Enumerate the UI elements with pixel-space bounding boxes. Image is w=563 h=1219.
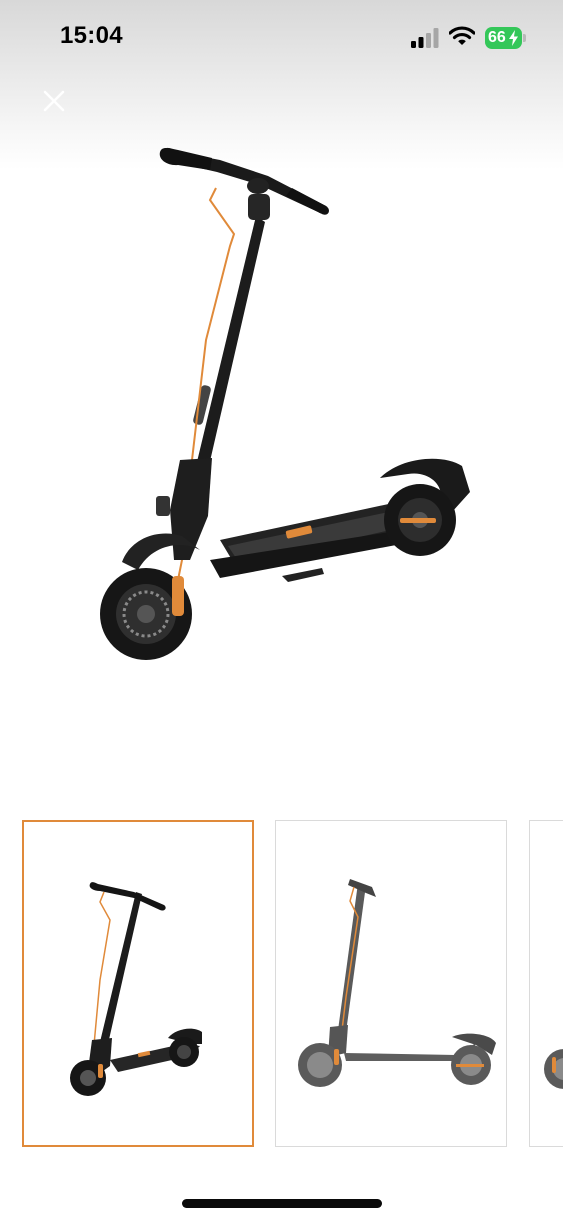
- cellular-signal-icon: [411, 28, 439, 48]
- status-bar: 15:04 66: [0, 0, 563, 76]
- thumbnail-1[interactable]: [22, 820, 254, 1147]
- battery-percent: 66: [488, 29, 506, 46]
- wifi-icon: [449, 26, 475, 45]
- status-time: 15:04: [60, 22, 123, 49]
- thumbnail-3[interactable]: [529, 820, 563, 1147]
- close-button[interactable]: [36, 83, 72, 119]
- battery-cap: [523, 34, 526, 42]
- close-icon: [43, 90, 65, 112]
- battery-indicator: 66: [485, 27, 527, 49]
- thumbnail-image-scooter-grey: [298, 879, 496, 1087]
- product-image-scooter: [100, 147, 470, 660]
- thumbnail-image-scooter-black: [70, 882, 202, 1096]
- lightning-bolt-icon: [509, 30, 518, 46]
- thumbnail-2[interactable]: [275, 820, 507, 1147]
- home-indicator: [182, 1199, 382, 1208]
- thumbnail-image-scooter-partial: [544, 1049, 563, 1089]
